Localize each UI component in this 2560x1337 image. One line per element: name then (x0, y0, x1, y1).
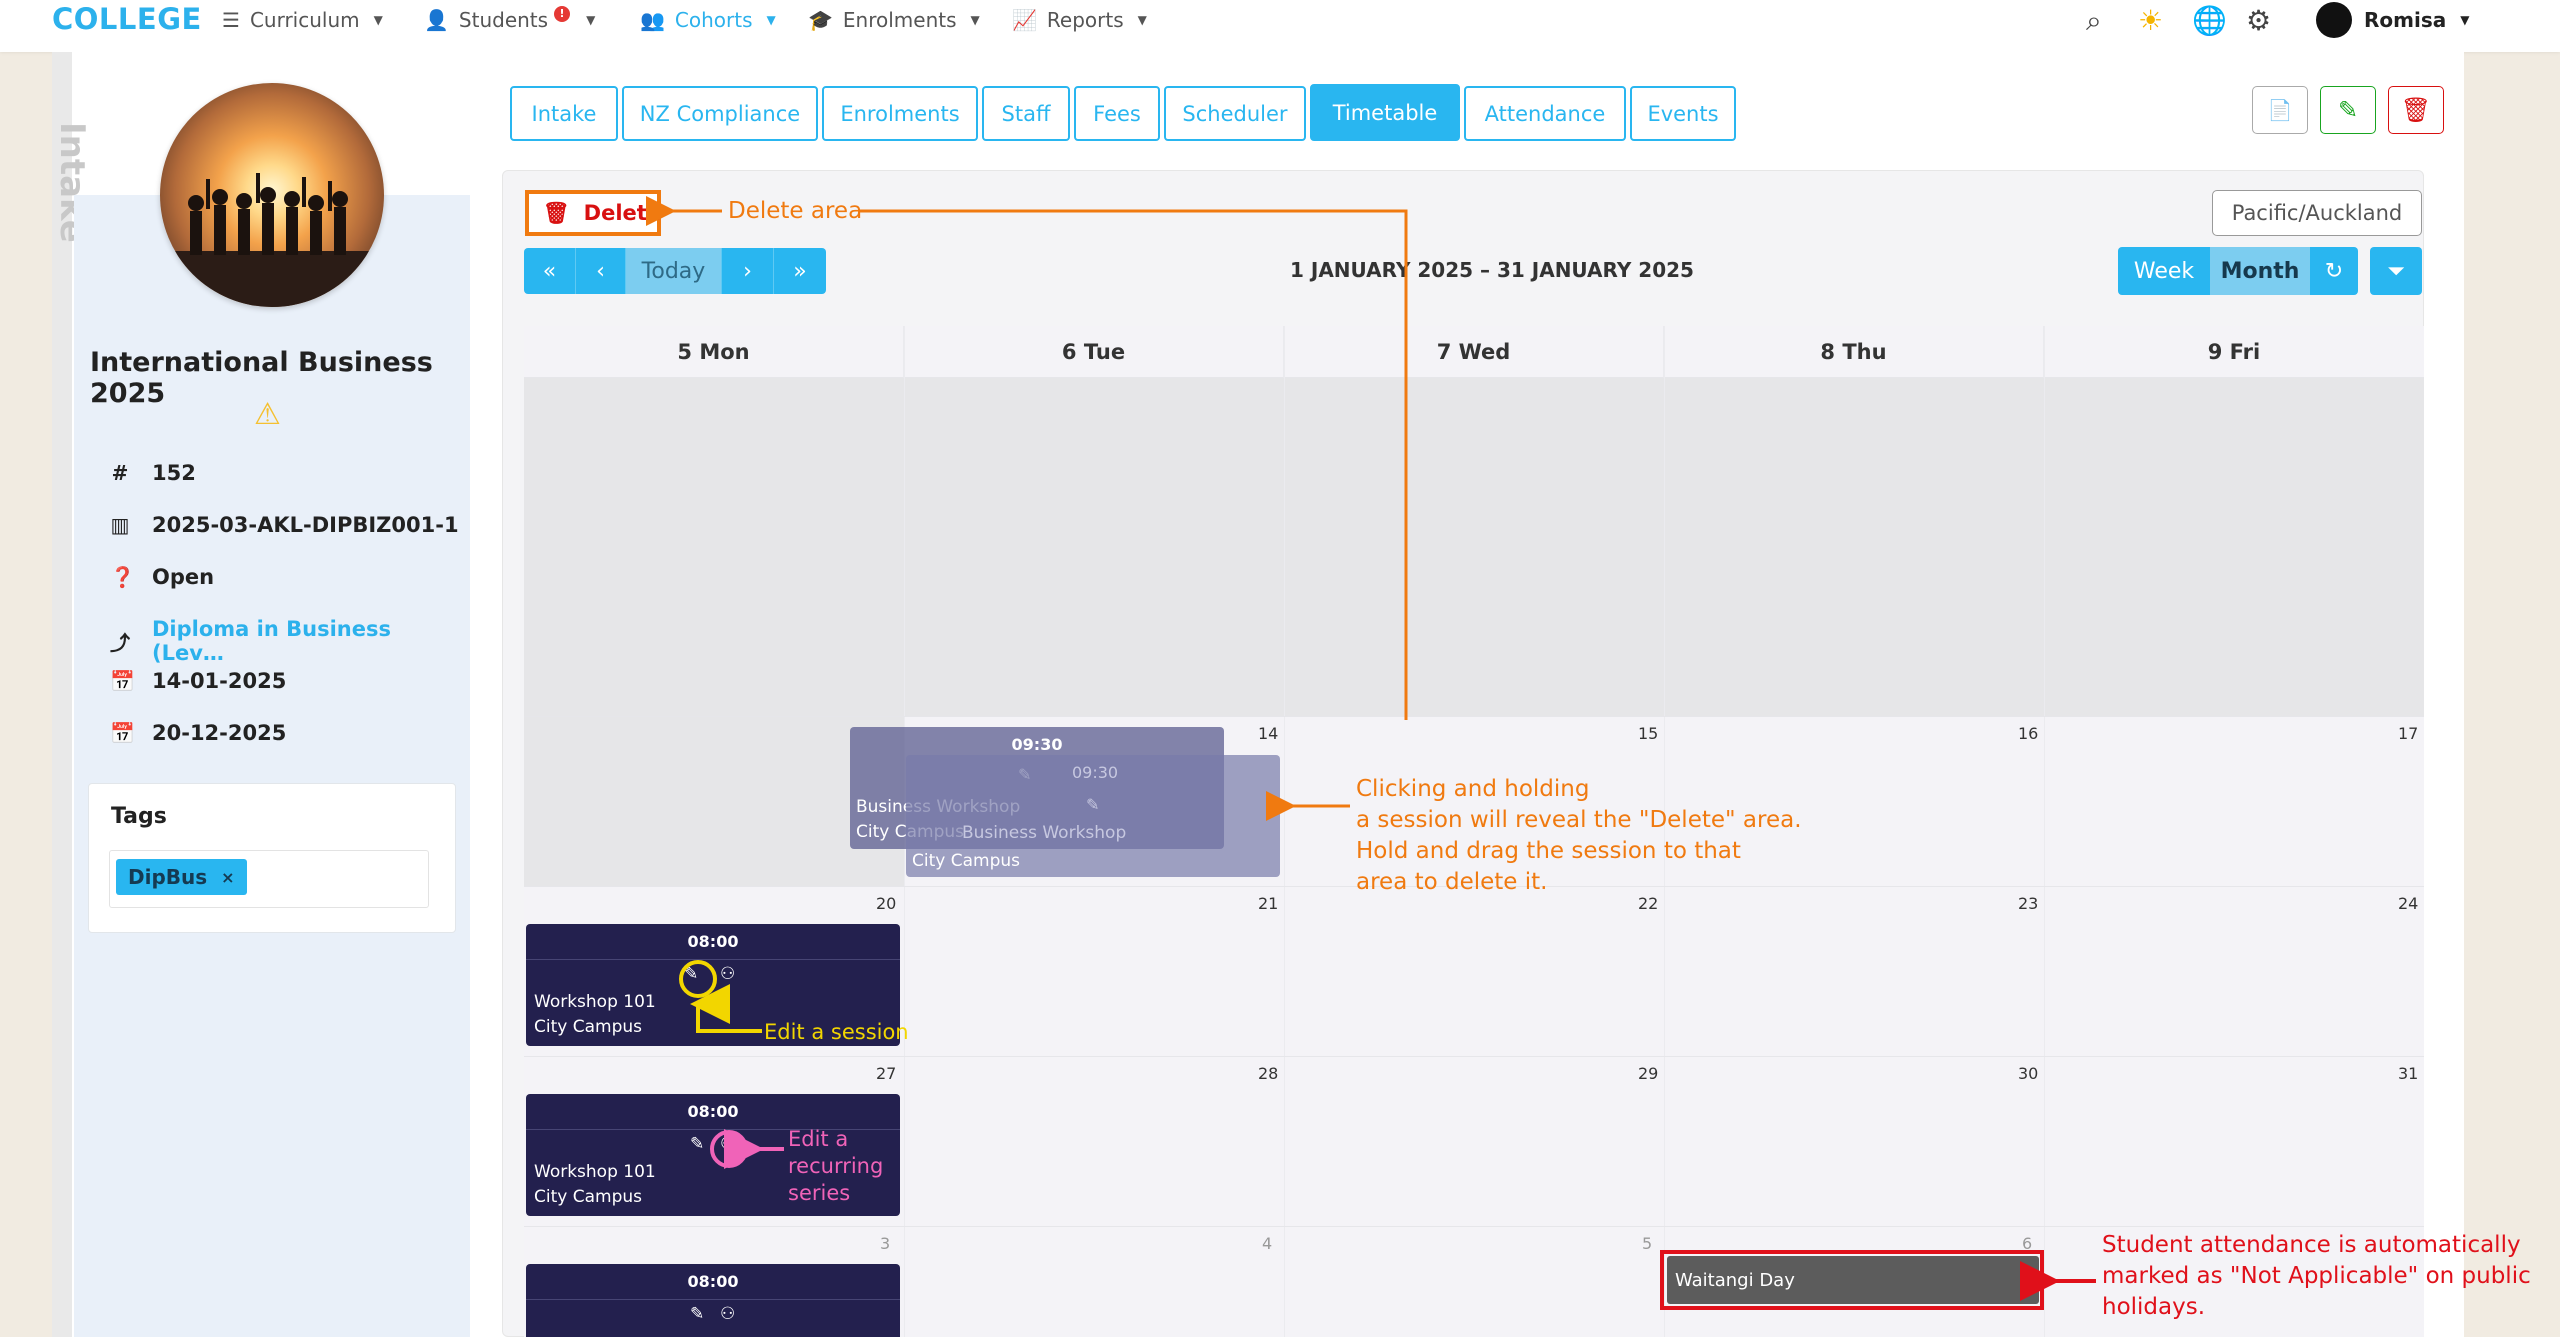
annotation-line: Student attendance is automatically (2102, 1232, 2521, 1258)
annotation-arrows (646, 196, 2096, 1301)
highlight-circle (679, 960, 717, 998)
annotation-line: Edit a (788, 1127, 849, 1151)
annotation-delete-area: Delete area (728, 198, 863, 224)
connector-line (860, 209, 1408, 720)
arrow (690, 984, 762, 1033)
annotation-edit-session: Edit a session (764, 1020, 909, 1044)
annotation-line: a session will reveal the "Delete" area. (1356, 807, 1802, 833)
annotation-drag: Clicking and holding a session will reve… (1356, 774, 1802, 898)
annotation-line: Clicking and holding (1356, 776, 1590, 802)
annotation-line: Hold and drag the session to that (1356, 838, 1741, 864)
annotation-line: series (788, 1181, 851, 1205)
annotation-line: area to delete it. (1356, 869, 1548, 895)
annotation-line: holidays. (2102, 1294, 2206, 1320)
annotation-edit-series: Edit a recurring series (788, 1126, 883, 1207)
highlight-circle (710, 1130, 748, 1168)
annotation-line: marked as "Not Applicable" on public (2102, 1263, 2531, 1289)
annotation-line: recurring (788, 1154, 884, 1178)
annotation-holiday: Student attendance is automatically mark… (2102, 1230, 2531, 1323)
